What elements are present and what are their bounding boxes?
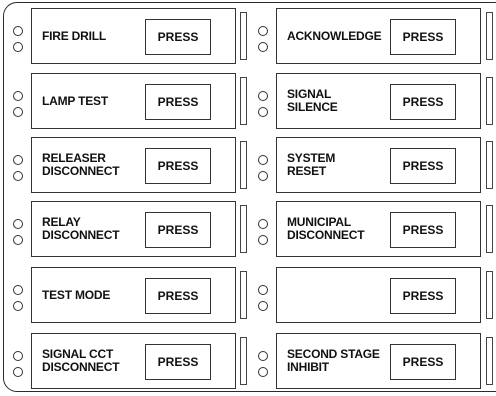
control-box-lamp-test: LAMP TEST PRESS — [31, 73, 236, 129]
status-bar-icon — [486, 141, 493, 189]
control-label: ACKNOWLEDGE — [287, 28, 382, 43]
panel-row-2: LAMP TEST PRESS SIGNAL SILENCE PRESS — [0, 73, 496, 129]
panel-row-5: TEST MODE PRESS PRESS — [0, 267, 496, 323]
indicator-leds — [258, 81, 274, 121]
signal-silence-press-button[interactable]: PRESS — [390, 84, 456, 120]
panel-row-3: RELEASER DISCONNECT PRESS SYSTEM RESET P… — [0, 137, 496, 193]
control-label: RELEASER DISCONNECT — [42, 151, 120, 178]
led-indicator-icon — [13, 235, 23, 245]
control-box-municipal-disconnect: MUNICIPAL DISCONNECT PRESS — [276, 201, 481, 257]
control-box-unlabeled: PRESS — [276, 267, 481, 323]
control-label: SIGNAL SILENCE — [287, 87, 338, 114]
control-label: SECOND STAGE INHIBIT — [287, 347, 380, 374]
led-indicator-icon — [258, 285, 268, 295]
led-indicator-icon — [13, 42, 23, 52]
panel-row-6: SIGNAL CCT DISCONNECT PRESS SECOND STAGE… — [0, 333, 496, 389]
led-indicator-icon — [13, 301, 23, 311]
control-label: MUNICIPAL DISCONNECT — [287, 215, 365, 242]
signal-cct-disconnect-press-button[interactable]: PRESS — [145, 344, 211, 380]
indicator-leds — [13, 16, 29, 56]
control-box-relay-disconnect: RELAY DISCONNECT PRESS — [31, 201, 236, 257]
status-bar-icon — [486, 271, 493, 319]
system-reset-press-button[interactable]: PRESS — [390, 148, 456, 184]
status-bar-icon — [486, 337, 493, 385]
indicator-leds — [258, 145, 274, 185]
control-label — [287, 268, 405, 322]
led-indicator-icon — [258, 351, 268, 361]
led-indicator-icon — [13, 367, 23, 377]
led-indicator-icon — [13, 91, 23, 101]
led-indicator-icon — [258, 301, 268, 311]
control-box-signal-silence: SIGNAL SILENCE PRESS — [276, 73, 481, 129]
led-indicator-icon — [258, 26, 268, 36]
control-label: RELAY DISCONNECT — [42, 215, 120, 242]
control-box-system-reset: SYSTEM RESET PRESS — [276, 137, 481, 193]
led-indicator-icon — [13, 285, 23, 295]
indicator-leds — [13, 209, 29, 249]
status-bar-icon — [486, 12, 493, 60]
indicator-leds — [258, 341, 274, 381]
led-indicator-icon — [258, 42, 268, 52]
indicator-leds — [13, 81, 29, 121]
led-indicator-icon — [258, 367, 268, 377]
control-box-fire-drill: FIRE DRILL PRESS — [31, 8, 236, 64]
led-indicator-icon — [13, 26, 23, 36]
fire-drill-press-button[interactable]: PRESS — [145, 19, 211, 55]
status-bar-icon — [240, 12, 247, 60]
unlabeled-press-button[interactable]: PRESS — [390, 278, 456, 314]
status-bar-icon — [240, 141, 247, 189]
status-bar-icon — [240, 271, 247, 319]
led-indicator-icon — [258, 155, 268, 165]
indicator-leds — [13, 145, 29, 185]
led-indicator-icon — [258, 171, 268, 181]
status-bar-icon — [240, 77, 247, 125]
led-indicator-icon — [13, 351, 23, 361]
control-label: SIGNAL CCT DISCONNECT — [42, 347, 120, 374]
led-indicator-icon — [258, 235, 268, 245]
control-label: TEST MODE — [42, 287, 111, 302]
led-indicator-icon — [258, 91, 268, 101]
led-indicator-icon — [258, 219, 268, 229]
led-indicator-icon — [258, 107, 268, 117]
control-box-releaser-disconnect: RELEASER DISCONNECT PRESS — [31, 137, 236, 193]
indicator-leds — [258, 16, 274, 56]
status-bar-icon — [240, 337, 247, 385]
relay-disconnect-press-button[interactable]: PRESS — [145, 212, 211, 248]
status-bar-icon — [240, 205, 247, 253]
indicator-leds — [13, 275, 29, 315]
status-bar-icon — [486, 205, 493, 253]
test-mode-press-button[interactable]: PRESS — [145, 278, 211, 314]
control-box-acknowledge: ACKNOWLEDGE PRESS — [276, 8, 481, 64]
status-bar-icon — [486, 77, 493, 125]
indicator-leds — [258, 275, 274, 315]
indicator-leds — [13, 341, 29, 381]
acknowledge-press-button[interactable]: PRESS — [390, 19, 456, 55]
led-indicator-icon — [13, 155, 23, 165]
panel-row-4: RELAY DISCONNECT PRESS MUNICIPAL DISCONN… — [0, 201, 496, 257]
indicator-leds — [258, 209, 274, 249]
second-stage-inhibit-press-button[interactable]: PRESS — [390, 344, 456, 380]
control-box-test-mode: TEST MODE PRESS — [31, 267, 236, 323]
control-box-signal-cct-disconnect: SIGNAL CCT DISCONNECT PRESS — [31, 333, 236, 389]
control-label: LAMP TEST — [42, 93, 108, 108]
led-indicator-icon — [13, 107, 23, 117]
led-indicator-icon — [13, 171, 23, 181]
panel-row-1: FIRE DRILL PRESS ACKNOWLEDGE PRESS — [0, 8, 496, 64]
lamp-test-press-button[interactable]: PRESS — [145, 84, 211, 120]
control-box-second-stage-inhibit: SECOND STAGE INHIBIT PRESS — [276, 333, 481, 389]
control-label: FIRE DRILL — [42, 28, 106, 43]
municipal-disconnect-press-button[interactable]: PRESS — [390, 212, 456, 248]
led-indicator-icon — [13, 219, 23, 229]
control-label: SYSTEM RESET — [287, 151, 336, 178]
releaser-disconnect-press-button[interactable]: PRESS — [145, 148, 211, 184]
